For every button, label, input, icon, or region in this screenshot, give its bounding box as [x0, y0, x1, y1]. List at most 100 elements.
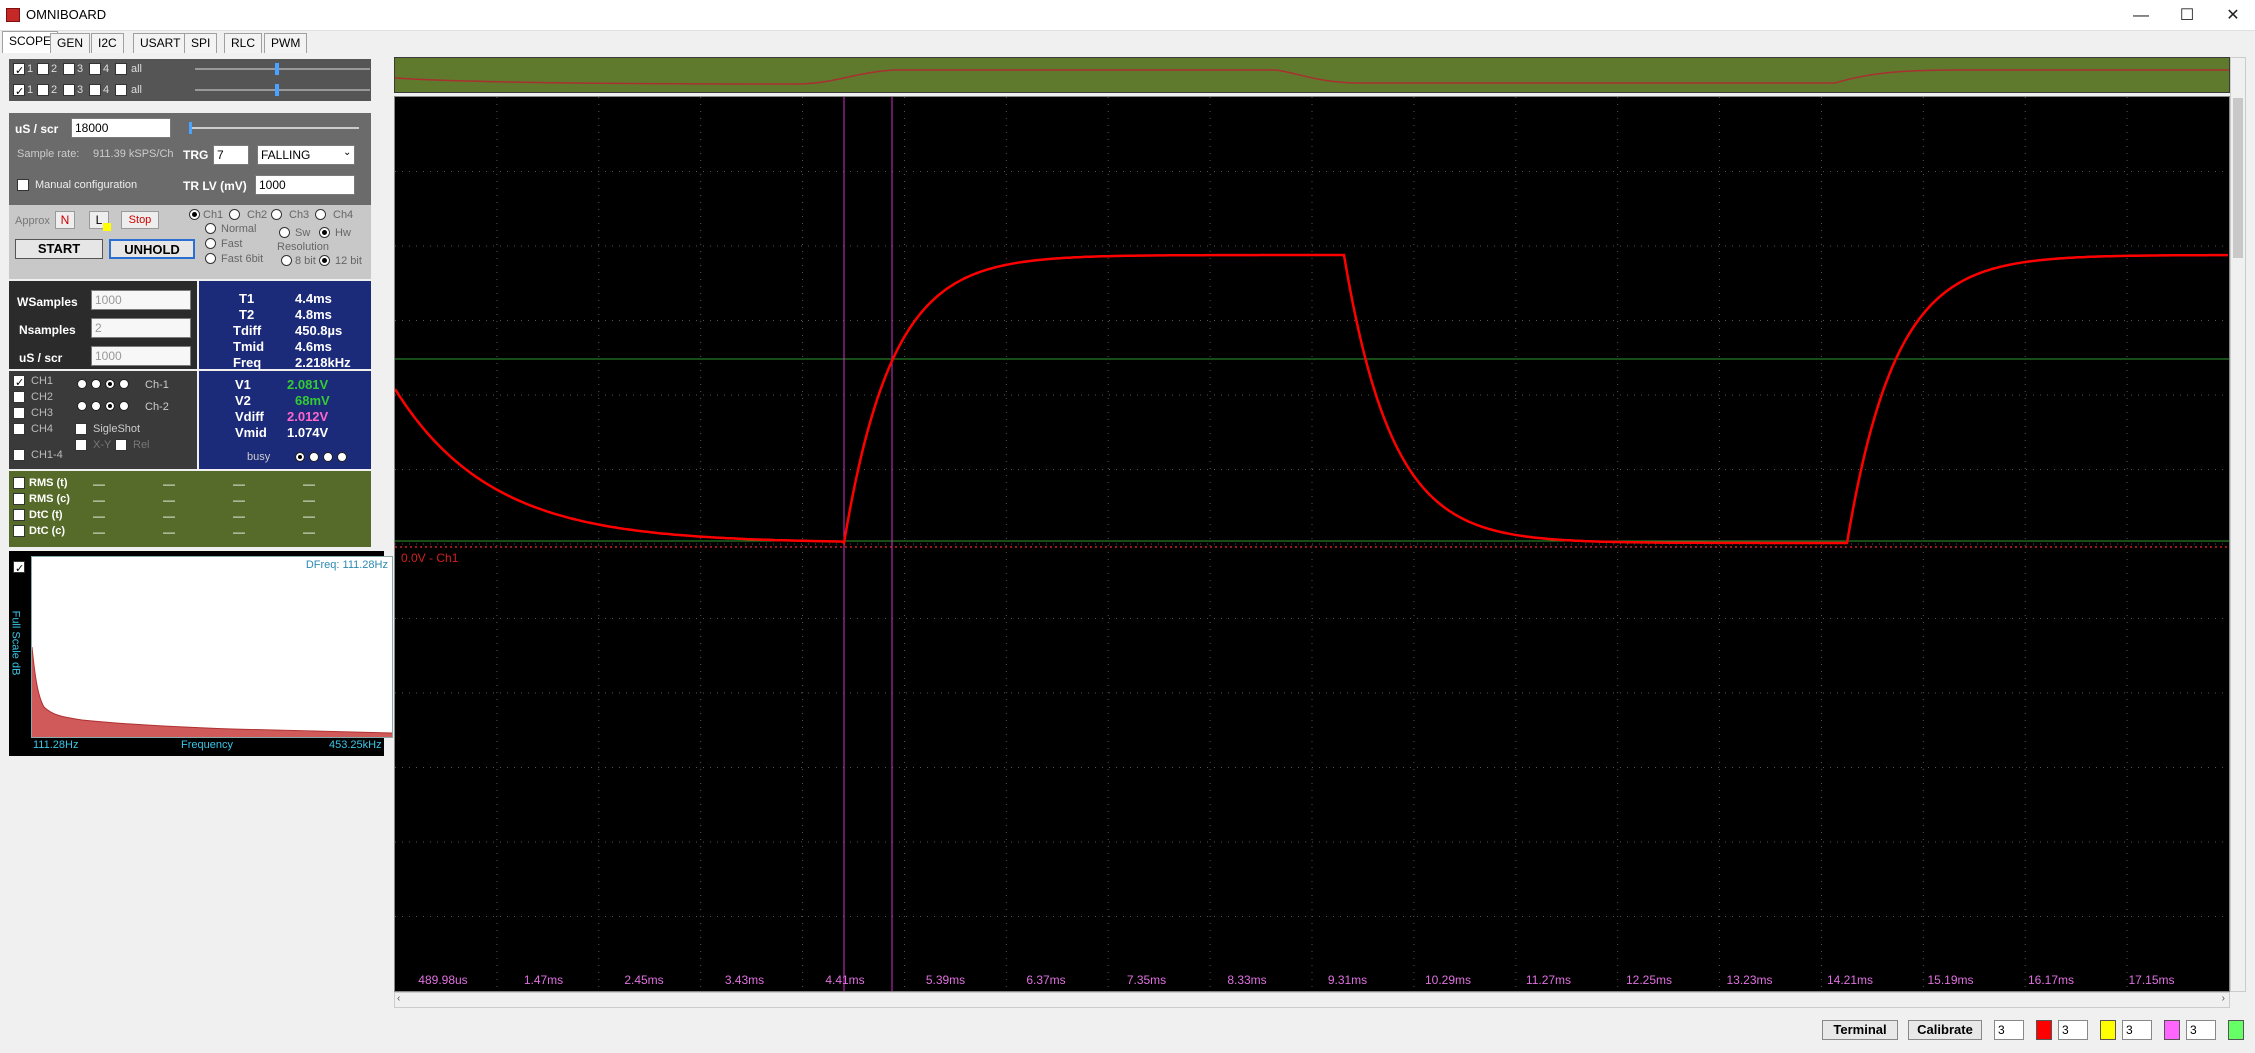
- overview-strip[interactable]: [394, 57, 2230, 93]
- v1-label: V1: [235, 377, 251, 392]
- cursor2-dot-1[interactable]: [77, 401, 87, 411]
- res-8bit-radio[interactable]: [281, 255, 292, 266]
- row1-slider[interactable]: [195, 68, 370, 70]
- cursor2-dot-4[interactable]: [119, 401, 129, 411]
- cursor1-dot-3[interactable]: [105, 379, 115, 389]
- control-panel: 1 2 3 4 all 1 2 3 4 all uS: [9, 55, 371, 550]
- tab-i2c[interactable]: I2C: [91, 33, 124, 53]
- trigger-level-input[interactable]: 1000: [255, 175, 355, 195]
- ch4-color-swatch[interactable]: [2228, 1020, 2244, 1040]
- stop-button[interactable]: Stop: [121, 211, 159, 229]
- vertical-scrollbar[interactable]: [2230, 57, 2246, 992]
- cursor2-dot-3[interactable]: [105, 401, 115, 411]
- ch1-checkbox[interactable]: [13, 375, 25, 387]
- ch1-width-spinner[interactable]: 3: [1994, 1020, 2024, 1040]
- trig-ch3-radio[interactable]: [271, 209, 282, 220]
- dtc-t-checkbox[interactable]: [13, 509, 25, 521]
- res-hw-radio[interactable]: [319, 227, 330, 238]
- rms-t-checkbox[interactable]: [13, 477, 25, 489]
- timebase-input[interactable]: 18000: [71, 118, 171, 138]
- tab-usart[interactable]: USART: [133, 33, 188, 53]
- tab-pwm[interactable]: PWM: [264, 33, 308, 53]
- cursor2-dot-2[interactable]: [91, 401, 101, 411]
- row1-slider-thumb[interactable]: [275, 63, 279, 75]
- rel-checkbox[interactable]: [115, 439, 127, 451]
- cursor-row-ch1-label: Ch-1: [145, 379, 169, 391]
- row1-ch1-checkbox[interactable]: [13, 63, 25, 75]
- ch4-width-spinner[interactable]: 3: [2186, 1020, 2216, 1040]
- trig-ch4-radio[interactable]: [315, 209, 326, 220]
- wsamples-input[interactable]: 1000: [91, 290, 191, 310]
- ch3-checkbox[interactable]: [13, 407, 25, 419]
- scroll-left-icon[interactable]: ‹: [397, 993, 400, 1004]
- res-sw-label: Sw: [295, 227, 311, 239]
- row2-slider[interactable]: [195, 89, 370, 91]
- rms-c-checkbox[interactable]: [13, 493, 25, 505]
- window-title: OMNIBOARD: [26, 7, 107, 22]
- row1-ch3-checkbox[interactable]: [63, 63, 75, 75]
- close-button[interactable]: ✕: [2210, 0, 2255, 31]
- tab-gen[interactable]: GEN: [50, 33, 91, 53]
- rel-label: Rel: [133, 439, 150, 451]
- row2-ch4-checkbox[interactable]: [89, 84, 101, 96]
- row2-ch2-checkbox[interactable]: [37, 84, 49, 96]
- row2-all-checkbox[interactable]: [115, 84, 127, 96]
- minimize-button[interactable]: —: [2118, 0, 2164, 31]
- calibrate-button[interactable]: Calibrate: [1908, 1020, 1982, 1040]
- trig-ch2-radio[interactable]: [229, 209, 240, 220]
- x-tick-label: 12.25ms: [1625, 973, 1673, 987]
- dtc-t-label: DtC (t): [29, 509, 63, 521]
- mode-fast-radio[interactable]: [205, 238, 216, 249]
- scope-display[interactable]: 0.0V - Ch1 489.98us 1.47ms 2.45ms 3.43ms 4.4…: [393, 96, 2230, 992]
- ch2-width-spinner[interactable]: 3: [2058, 1020, 2088, 1040]
- ch2-checkbox[interactable]: [13, 391, 25, 403]
- row2-ch1-checkbox[interactable]: [13, 84, 25, 96]
- ch3-width-spinner[interactable]: 3: [2122, 1020, 2152, 1040]
- us-scr-input[interactable]: 1000: [91, 346, 191, 366]
- trig-ch1-radio[interactable]: [189, 209, 200, 220]
- tab-spi[interactable]: SPI: [184, 33, 218, 53]
- fft-enable-checkbox[interactable]: [13, 561, 25, 573]
- start-button[interactable]: START: [15, 239, 103, 259]
- dtc-c-checkbox[interactable]: [13, 525, 25, 537]
- nsamples-label: Nsamples: [19, 323, 76, 337]
- row2-ch3-checkbox[interactable]: [63, 84, 75, 96]
- terminal-button[interactable]: Terminal: [1822, 1020, 1898, 1040]
- row2-slider-thumb[interactable]: [275, 84, 279, 96]
- res-12bit-radio[interactable]: [319, 255, 330, 266]
- row1-ch3-label: 3: [77, 63, 84, 75]
- mode-normal-radio[interactable]: [205, 223, 216, 234]
- timebase-slider-thumb[interactable]: [189, 122, 192, 134]
- row1-all-checkbox[interactable]: [115, 63, 127, 75]
- trig-ch2-label: Ch2: [247, 209, 268, 221]
- rms-c-v1: —: [93, 493, 105, 507]
- mode-fast6bit-radio[interactable]: [205, 253, 216, 264]
- horizontal-scrollbar[interactable]: ‹ ›: [394, 992, 2230, 1008]
- nsamples-input[interactable]: 2: [91, 318, 191, 338]
- res-sw-radio[interactable]: [279, 227, 290, 238]
- unhold-button[interactable]: UNHOLD: [109, 239, 195, 259]
- singleshot-checkbox[interactable]: [75, 423, 87, 435]
- approx-n-button[interactable]: N: [55, 211, 75, 229]
- manual-config-checkbox[interactable]: [17, 179, 29, 191]
- scroll-right-icon[interactable]: ›: [2222, 993, 2225, 1004]
- trigger-mode-select[interactable]: FALLING: [257, 145, 355, 165]
- vertical-scroll-thumb[interactable]: [2233, 98, 2243, 258]
- cursor1-dot-4[interactable]: [119, 379, 129, 389]
- ch1-4-checkbox[interactable]: [13, 449, 25, 461]
- xy-checkbox[interactable]: [75, 439, 87, 451]
- x-tick-label: 17.15ms: [2128, 973, 2175, 987]
- maximize-button[interactable]: ☐: [2164, 0, 2210, 31]
- tab-rlc[interactable]: RLC: [224, 33, 263, 53]
- ch2-color-swatch[interactable]: [2100, 1020, 2116, 1040]
- ch4-checkbox[interactable]: [13, 423, 25, 435]
- ch1-color-swatch[interactable]: [2036, 1020, 2052, 1040]
- ch3-color-swatch[interactable]: [2164, 1020, 2180, 1040]
- row1-ch4-checkbox[interactable]: [89, 63, 101, 75]
- cursor1-dot-2[interactable]: [91, 379, 101, 389]
- trigger-channel-spinner[interactable]: 7: [213, 145, 249, 165]
- timebase-slider[interactable]: [189, 127, 359, 129]
- cursor1-dot-1[interactable]: [77, 379, 87, 389]
- row1-ch2-checkbox[interactable]: [37, 63, 49, 75]
- tdiff-label: Tdiff: [233, 323, 262, 338]
